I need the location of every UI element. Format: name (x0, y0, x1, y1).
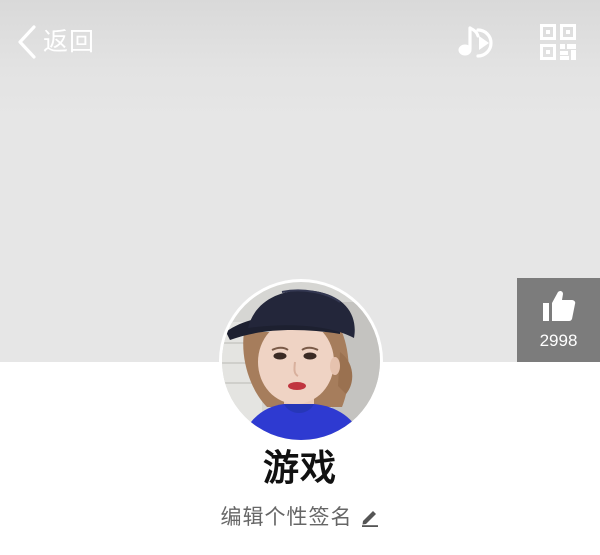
music-play-icon (458, 26, 493, 58)
thumbs-up-icon (543, 290, 576, 321)
qr-code-button[interactable] (540, 24, 576, 60)
avatar[interactable] (219, 279, 383, 443)
profile-name: 游戏 (262, 448, 337, 489)
back-label: 返回 (43, 27, 96, 56)
like-button[interactable]: 2998 (517, 278, 600, 362)
back-button[interactable]: 返回 (14, 22, 95, 62)
qr-code-icon (540, 24, 576, 60)
like-count: 2998 (539, 331, 578, 350)
profile-screen: 返回 2998 游戏 编辑个性签名 (0, 0, 600, 555)
music-button[interactable] (456, 22, 500, 62)
edit-signature-button[interactable]: 编辑个性签名 (0, 502, 600, 532)
avatar-photo (222, 282, 380, 440)
pencil-icon (361, 511, 378, 527)
chevron-left-icon (18, 25, 36, 59)
top-bar: 返回 (0, 0, 600, 86)
signature-label: 编辑个性签名 (220, 505, 353, 529)
